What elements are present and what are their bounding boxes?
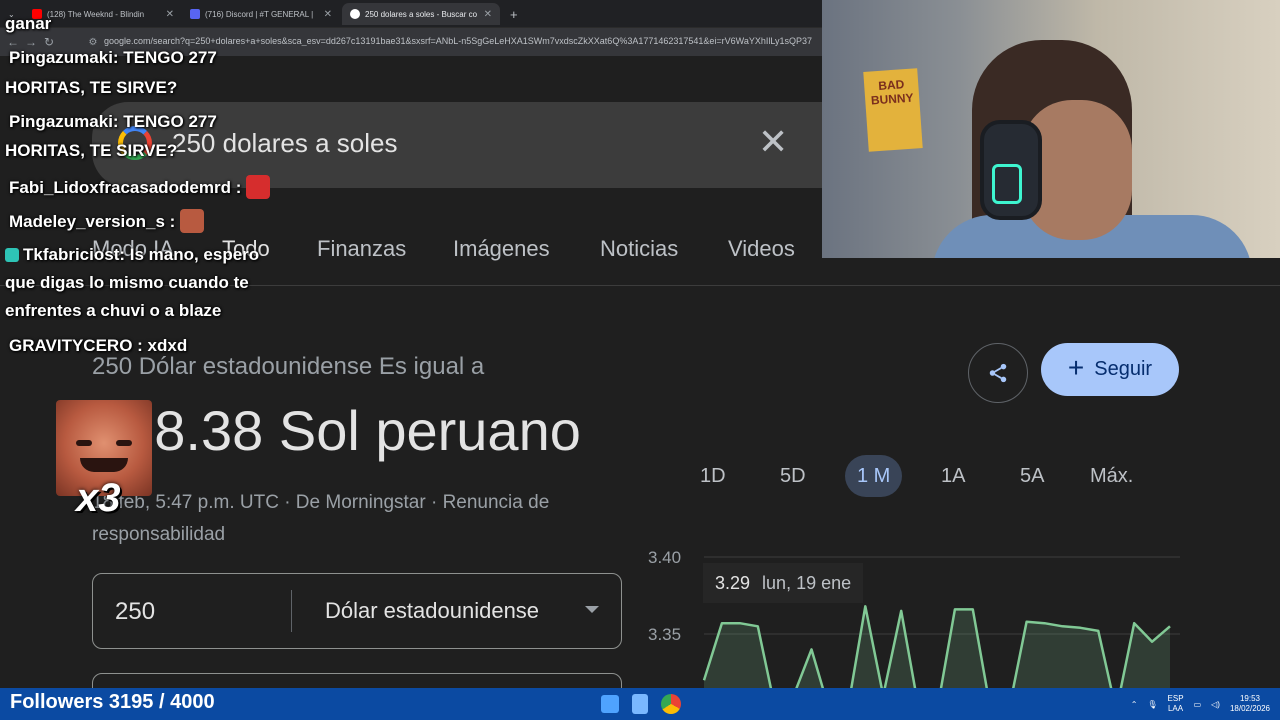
tab-label: 250 dolares a soles - Buscar co xyxy=(365,9,478,19)
clock-time: 19:53 xyxy=(1239,694,1260,703)
network-icon[interactable]: ▭ xyxy=(1194,700,1202,709)
emote-icon xyxy=(246,175,271,199)
chat-message: GRAVITYCERO : xdxd xyxy=(9,336,187,356)
range-5a[interactable]: 5A xyxy=(1008,455,1056,497)
badge-icon xyxy=(5,248,19,262)
chat-text: : TENGO 277 xyxy=(112,112,217,131)
range-max[interactable]: Máx. xyxy=(1078,455,1145,497)
stream-chat: ganar Pingazumaki: TENGO 277 HORITAS, TE… xyxy=(0,0,330,360)
range-1d[interactable]: 1D xyxy=(688,455,738,497)
currency-select[interactable]: Dólar estadounidense xyxy=(325,598,539,624)
headset-led xyxy=(992,164,1022,204)
share-button[interactable] xyxy=(968,343,1028,403)
system-tray: ⌃ 🎙 ESP LAA ▭ ◁) 19:53 18/02/2026 xyxy=(1131,692,1270,716)
new-tab-button[interactable]: + xyxy=(502,3,524,25)
chat-line: HORITAS, TE SIRVE? xyxy=(5,78,178,97)
chat-username: GRAVITYCERO xyxy=(9,336,133,355)
amount-field[interactable]: 250 Dólar estadounidense xyxy=(92,573,622,649)
tab-imagenes[interactable]: Imágenes xyxy=(453,236,550,262)
notepad-icon[interactable] xyxy=(632,694,648,714)
emote-mouth xyxy=(80,458,128,472)
field-divider xyxy=(291,590,292,632)
chat-username: Tkfabriciost xyxy=(23,245,120,264)
conversion-source[interactable]: 18 feb, 5:47 p.m. UTC · De Morningstar ·… xyxy=(92,487,612,551)
lang-secondary: LAA xyxy=(1167,704,1184,713)
range-5d[interactable]: 5D xyxy=(768,455,818,497)
microphone-icon[interactable]: 🎙 xyxy=(1147,700,1157,709)
range-selector: 1D 5D 1 M 1A 5A Máx. xyxy=(688,455,1188,497)
google-icon xyxy=(350,9,360,19)
chat-message: Pingazumaki: TENGO 277 xyxy=(9,112,217,132)
chrome-icon[interactable] xyxy=(661,694,681,714)
clock-date: 18/02/2026 xyxy=(1229,704,1270,713)
chat-username: Madeley_version_s xyxy=(9,212,165,231)
close-tab-icon[interactable]: ✕ xyxy=(484,9,492,20)
chat-text: : TENGO 277 xyxy=(112,48,217,67)
chart-tooltip: 3.29 lun, 19 ene xyxy=(703,563,864,603)
chat-text: : Is mano, espero xyxy=(119,245,260,264)
clock[interactable]: 19:53 18/02/2026 xyxy=(1230,694,1270,714)
lang-primary: ESP xyxy=(1167,694,1184,703)
taskbar: Followers 3195 / 4000 ⌃ 🎙 ESP LAA ▭ ◁) 1… xyxy=(0,688,1280,720)
tab-finanzas[interactable]: Finanzas xyxy=(317,236,406,262)
chat-line: enfrentes a chuvi o a blaze xyxy=(5,301,222,320)
chat-message: Fabi_Lidoxfracasadodemrd : xyxy=(9,175,271,199)
chart-area xyxy=(704,606,1170,688)
conversion-result: 838.38 Sol peruano xyxy=(92,399,581,462)
emote-eye xyxy=(116,440,132,446)
follow-button[interactable]: + Seguir xyxy=(1041,343,1179,396)
chevron-up-icon[interactable]: ⌃ xyxy=(1131,700,1138,709)
volume-icon[interactable]: ◁) xyxy=(1211,700,1220,709)
chat-line: que digas lo mismo cuando te xyxy=(5,273,249,292)
chat-message: Pingazumaki: TENGO 277 xyxy=(9,48,217,68)
chat-username: Pingazumaki xyxy=(9,48,113,67)
y-tick-label: 3.35 xyxy=(648,625,681,644)
emote-eye xyxy=(76,440,92,446)
chat-text: : xyxy=(164,212,176,231)
chat-message: Madeley_version_s : xyxy=(9,209,205,233)
chat-username: Pingazumaki xyxy=(9,112,113,131)
language-indicator[interactable]: ESP LAA xyxy=(1168,694,1184,714)
chat-text: : xdxd xyxy=(132,336,188,355)
chat-text: : xyxy=(231,178,242,197)
range-1m[interactable]: 1 M xyxy=(845,455,903,497)
emote-icon xyxy=(180,209,205,233)
follow-label: Seguir xyxy=(1094,358,1153,380)
chat-message: Tkfabriciost: Is mano, espero xyxy=(5,245,259,265)
range-1a[interactable]: 1A xyxy=(929,455,977,497)
y-tick-label: 3.40 xyxy=(648,548,681,567)
amount-input[interactable]: 250 xyxy=(115,598,155,626)
chat-line: HORITAS, TE SIRVE? xyxy=(5,141,178,160)
chevron-down-icon[interactable] xyxy=(585,606,599,613)
share-icon xyxy=(989,363,1007,383)
tab-noticias[interactable]: Noticias xyxy=(600,236,678,262)
chat-line: ganar xyxy=(5,14,52,33)
tooltip-date: lun, 19 ene xyxy=(762,572,852,593)
windows-start-icon[interactable] xyxy=(601,695,619,713)
webcam-feed: BAD BUNNY xyxy=(822,0,1280,258)
chat-username: Fabi_Lidoxfracasadodemrd xyxy=(9,178,232,197)
followers-goal: Followers 3195 / 4000 xyxy=(10,691,215,713)
clear-search-icon[interactable]: ✕ xyxy=(758,124,788,160)
plus-icon: + xyxy=(1067,352,1085,383)
poster: BAD BUNNY xyxy=(863,68,923,152)
tab-google-search[interactable]: 250 dolares a soles - Buscar co ✕ xyxy=(342,3,500,25)
emote-combo-counter: x3 xyxy=(76,476,121,520)
tab-videos[interactable]: Videos xyxy=(728,236,795,262)
tooltip-value: 3.29 xyxy=(715,572,751,593)
